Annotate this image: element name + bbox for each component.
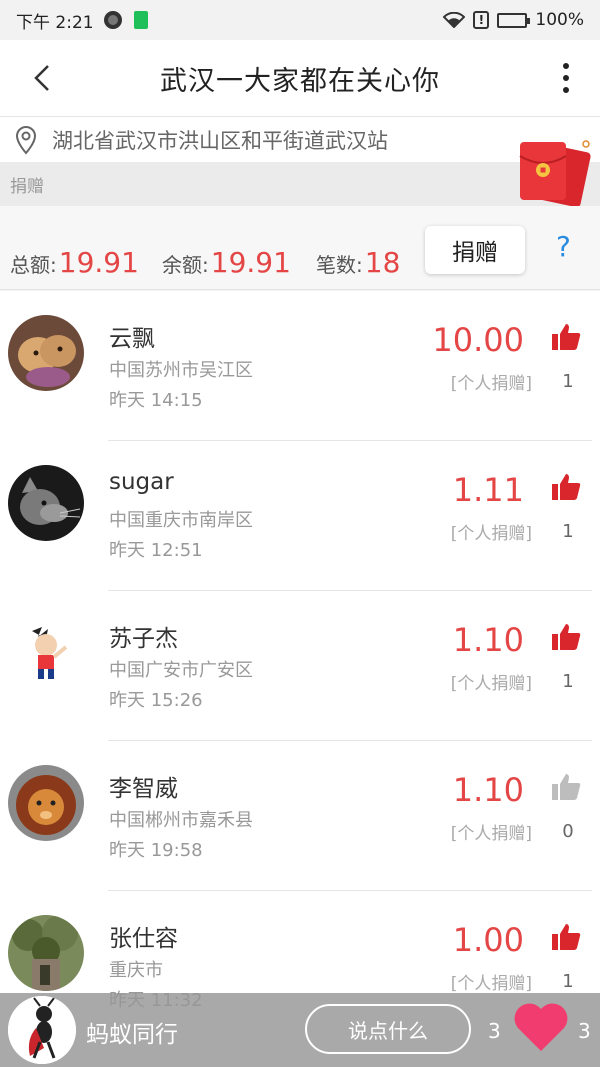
donate-button[interactable]: 捐赠 (425, 226, 525, 274)
lion-avatar (8, 765, 84, 841)
like-count: 0 (562, 821, 574, 842)
sim-alert-icon: ! (473, 11, 490, 29)
more-options-button[interactable] (556, 58, 576, 98)
donor-location: 中国重庆市南岸区 (109, 510, 253, 531)
heart-count: 3 (578, 1019, 591, 1043)
donor-name: 李智威 (109, 776, 178, 802)
ant-avatar[interactable] (8, 996, 76, 1064)
donor-time: 昨天 14:15 (109, 390, 203, 411)
more-dot-icon (563, 63, 569, 69)
donation-count: 笔数: 18 (316, 246, 400, 279)
donation-type: [个人捐赠] (450, 674, 532, 694)
cat-avatar (8, 465, 84, 541)
list-item[interactable]: sugar 中国重庆市南岸区 昨天 12:51 1.11 [个人捐赠] 1 (0, 441, 600, 591)
donor-list: 云飘 中国苏州市吴江区 昨天 14:15 10.00 [个人捐赠] 1 suga… (0, 291, 600, 1067)
balance-amount: 余额: 19.91 (162, 246, 291, 279)
donor-amount: 10.00 (432, 321, 524, 359)
status-time: 下午 2:21 (16, 12, 94, 33)
back-arrow-icon (34, 65, 49, 91)
total-amount: 总额: 19.91 (10, 246, 139, 279)
status-bar: 下午 2:21 ! 100% (0, 0, 600, 40)
donor-name: 云飘 (109, 326, 155, 352)
thumbs-up-icon[interactable] (550, 471, 582, 503)
notification-dot-icon (103, 11, 122, 29)
like-count: 1 (562, 971, 574, 992)
donor-name: 苏子杰 (109, 626, 178, 652)
battery-icon (497, 12, 531, 28)
balance-label: 余额: (162, 253, 209, 277)
donor-amount: 1.10 (452, 621, 524, 659)
more-dot-icon (563, 87, 569, 93)
like-count: 1 (562, 671, 574, 692)
donor-time: 昨天 12:51 (109, 540, 203, 561)
donor-amount: 1.00 (452, 921, 524, 959)
sim-card-icon (133, 11, 148, 29)
donor-amount: 1.10 (452, 771, 524, 809)
nav-bar: 武汉一大家都在关心你 (0, 40, 600, 116)
donor-time: 昨天 15:26 (109, 690, 203, 711)
donor-location: 中国苏州市吴江区 (109, 360, 253, 381)
donor-location: 中国郴州市嘉禾县 (109, 810, 253, 831)
like-count: 1 (562, 521, 574, 542)
help-button[interactable]: ? (556, 230, 571, 263)
wifi-icon (443, 12, 466, 28)
donor-amount: 1.11 (452, 471, 524, 509)
location-row[interactable]: 湖北省武汉市洪山区和平街道武汉站 (0, 116, 600, 162)
balance-value: 19.91 (210, 246, 291, 279)
total-label: 总额: (10, 253, 57, 277)
count-label: 笔数: (316, 253, 363, 277)
thumbs-up-icon[interactable] (550, 321, 582, 353)
donation-type: [个人捐赠] (450, 974, 532, 994)
donation-summary: 总额: 19.91 余额: 19.91 笔数: 18 捐赠 ? (0, 206, 600, 290)
donor-location: 重庆市 (109, 960, 163, 981)
thumbs-up-icon[interactable] (550, 771, 582, 803)
donor-name: sugar (109, 469, 174, 495)
back-button[interactable] (20, 56, 64, 100)
red-packet-icon[interactable] (516, 136, 592, 212)
donation-type: [个人捐赠] (450, 824, 532, 844)
donor-name: 张仕容 (109, 926, 178, 952)
dog-avatar (8, 315, 84, 391)
list-item[interactable]: 云飘 中国苏州市吴江区 昨天 14:15 10.00 [个人捐赠] 1 (0, 291, 600, 441)
donor-time: 昨天 19:58 (109, 840, 203, 861)
location-text: 湖北省武汉市洪山区和平街道武汉站 (52, 128, 388, 153)
heart-icon[interactable] (512, 999, 570, 1053)
total-value: 19.91 (58, 246, 139, 279)
count-value: 18 (364, 246, 401, 279)
more-dot-icon (563, 75, 569, 81)
section-label: 捐赠 (0, 162, 600, 206)
cartoon-avatar (8, 615, 84, 691)
list-item[interactable]: 李智威 中国郴州市嘉禾县 昨天 19:58 1.10 [个人捐赠] 0 (0, 741, 600, 891)
comment-count: 3 (488, 1019, 501, 1043)
thumbs-up-icon[interactable] (550, 921, 582, 953)
donor-location: 中国广安市广安区 (109, 660, 253, 681)
like-count: 1 (562, 371, 574, 392)
list-item[interactable]: 苏子杰 中国广安市广安区 昨天 15:26 1.10 [个人捐赠] 1 (0, 591, 600, 741)
page-title: 武汉一大家都在关心你 (160, 65, 440, 97)
donation-type: [个人捐赠] (450, 524, 532, 544)
tree-avatar (8, 915, 84, 991)
thumbs-up-icon[interactable] (550, 621, 582, 653)
comment-button[interactable]: 说点什么 (305, 1004, 471, 1054)
donation-type: [个人捐赠] (450, 374, 532, 394)
user-name: 蚂蚁同行 (86, 1022, 178, 1048)
bottom-bar: 蚂蚁同行 说点什么 3 3 (0, 993, 600, 1067)
location-pin-icon (15, 125, 37, 154)
battery-percent: 100% (535, 10, 584, 30)
